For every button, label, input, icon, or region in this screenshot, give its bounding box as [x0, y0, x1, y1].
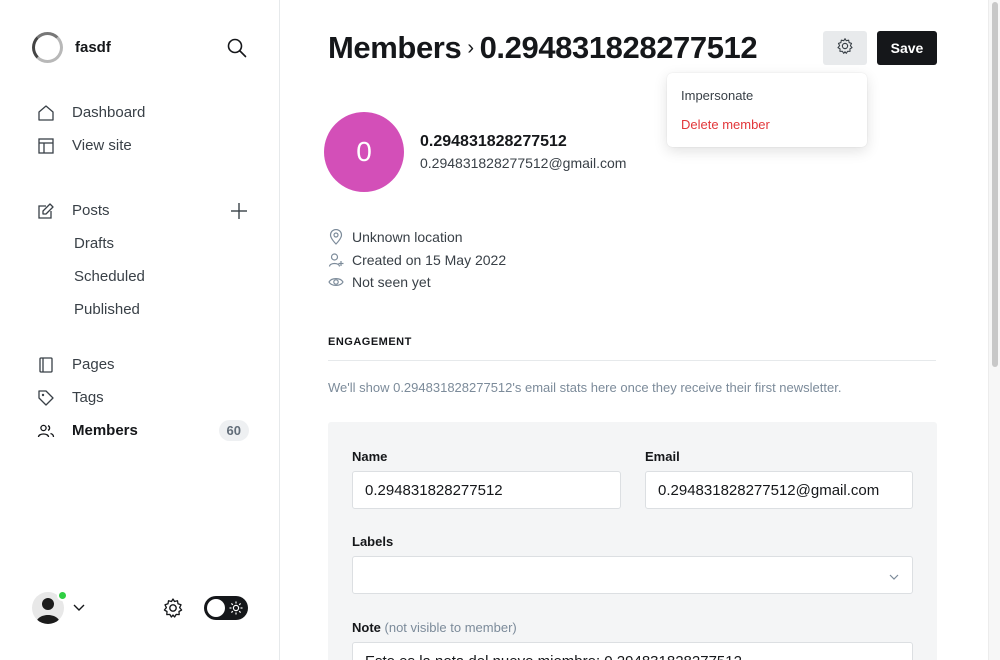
online-status-dot — [57, 590, 68, 601]
note-label: Note (not visible to member) — [352, 620, 517, 635]
location-pin-icon — [328, 229, 344, 246]
user-add-icon — [328, 252, 344, 268]
search-icon[interactable] — [226, 37, 248, 59]
sidebar-footer — [32, 590, 248, 626]
site-logo-icon — [32, 32, 63, 63]
nav-label-tags: Tags — [72, 389, 104, 406]
eye-icon — [328, 274, 344, 290]
page-title: Members › 0.294831828277512 — [328, 30, 758, 66]
nav-label-drafts: Drafts — [74, 235, 115, 252]
toggle-knob — [207, 599, 225, 617]
tag-icon — [36, 388, 56, 408]
home-icon — [36, 103, 56, 123]
member-detail: Members › 0.294831828277512 Save Imperso… — [280, 0, 988, 660]
save-button[interactable]: Save — [877, 31, 937, 65]
labels-select[interactable] — [352, 556, 913, 594]
members-count-badge: 60 — [218, 420, 249, 441]
pencil-square-icon — [36, 201, 56, 221]
member-avatar: 0 — [324, 112, 404, 192]
breadcrumb-members[interactable]: Members — [328, 30, 462, 66]
email-input[interactable] — [645, 471, 913, 509]
name-label: Name — [352, 449, 388, 464]
nav-label-view-site: View site — [72, 137, 132, 154]
engagement-note: We'll show 0.294831828277512's email sta… — [328, 380, 842, 395]
meta-last-seen: Not seen yet — [328, 271, 506, 294]
labels-label: Labels — [352, 534, 394, 549]
nav-label-dashboard: Dashboard — [72, 104, 146, 121]
impersonate-menu-item[interactable]: Impersonate — [667, 81, 867, 110]
nav-item-dashboard[interactable]: Dashboard — [36, 96, 256, 129]
nav-posts: Posts Drafts Scheduled Published — [36, 194, 256, 326]
member-email: 0.294831828277512@gmail.com — [420, 155, 627, 171]
member-actions-dropdown: Impersonate Delete member — [667, 73, 867, 147]
nav-label-posts: Posts — [72, 202, 110, 219]
nav-item-drafts[interactable]: Drafts — [36, 227, 256, 260]
settings-gear-icon[interactable] — [162, 597, 184, 624]
nav-item-posts[interactable]: Posts — [36, 194, 256, 227]
chevron-down-icon[interactable] — [72, 600, 86, 619]
nav-item-members[interactable]: Members 60 — [36, 414, 256, 447]
scrollbar-thumb[interactable] — [992, 2, 998, 367]
member-form: Name Email Labels Note (not visible to m… — [328, 422, 937, 660]
sun-icon — [229, 601, 243, 620]
member-meta: Unknown location Created on 15 May 2022 … — [328, 226, 506, 294]
meta-created: Created on 15 May 2022 — [328, 249, 506, 272]
email-label: Email — [645, 449, 680, 464]
nav-item-tags[interactable]: Tags — [36, 381, 256, 414]
member-title: 0.294831828277512 — [479, 30, 758, 65]
note-input[interactable] — [352, 642, 913, 660]
member-name: 0.294831828277512 — [420, 133, 567, 150]
delete-member-menu-item[interactable]: Delete member — [667, 110, 867, 139]
dark-mode-toggle[interactable] — [204, 596, 248, 620]
gear-icon — [836, 37, 854, 60]
nav-item-view-site[interactable]: View site — [36, 129, 256, 162]
nav-label-pages: Pages — [72, 356, 115, 373]
nav-primary: Dashboard View site — [36, 96, 256, 162]
nav-label-scheduled: Scheduled — [74, 268, 145, 285]
nav-label-published: Published — [74, 301, 140, 318]
chevron-down-icon — [888, 570, 900, 587]
nav-item-scheduled[interactable]: Scheduled — [36, 260, 256, 293]
note-hint: (not visible to member) — [384, 620, 517, 635]
scrollbar[interactable] — [988, 0, 1000, 660]
note-label-text: Note — [352, 620, 381, 635]
nav-secondary: Pages Tags Members 60 — [36, 348, 256, 447]
breadcrumb-separator: › — [467, 36, 474, 59]
location-text: Unknown location — [352, 229, 463, 246]
site-name: fasdf — [75, 39, 111, 56]
nav-label-members: Members — [72, 422, 138, 439]
sidebar: fasdf Dashboard View site Posts Drafts S… — [0, 0, 280, 660]
page-icon — [36, 355, 56, 375]
nav-item-pages[interactable]: Pages — [36, 348, 256, 381]
add-post-plus-icon[interactable] — [229, 201, 249, 221]
nav-item-published[interactable]: Published — [36, 293, 256, 326]
name-input[interactable] — [352, 471, 621, 509]
last-seen-text: Not seen yet — [352, 274, 431, 291]
created-text: Created on 15 May 2022 — [352, 251, 507, 268]
layout-icon — [36, 136, 56, 156]
members-icon — [36, 421, 56, 441]
site-brand[interactable]: fasdf — [32, 32, 111, 63]
engagement-heading: ENGAGEMENT — [328, 336, 936, 361]
member-actions-button[interactable] — [823, 31, 867, 65]
meta-location: Unknown location — [328, 226, 506, 249]
